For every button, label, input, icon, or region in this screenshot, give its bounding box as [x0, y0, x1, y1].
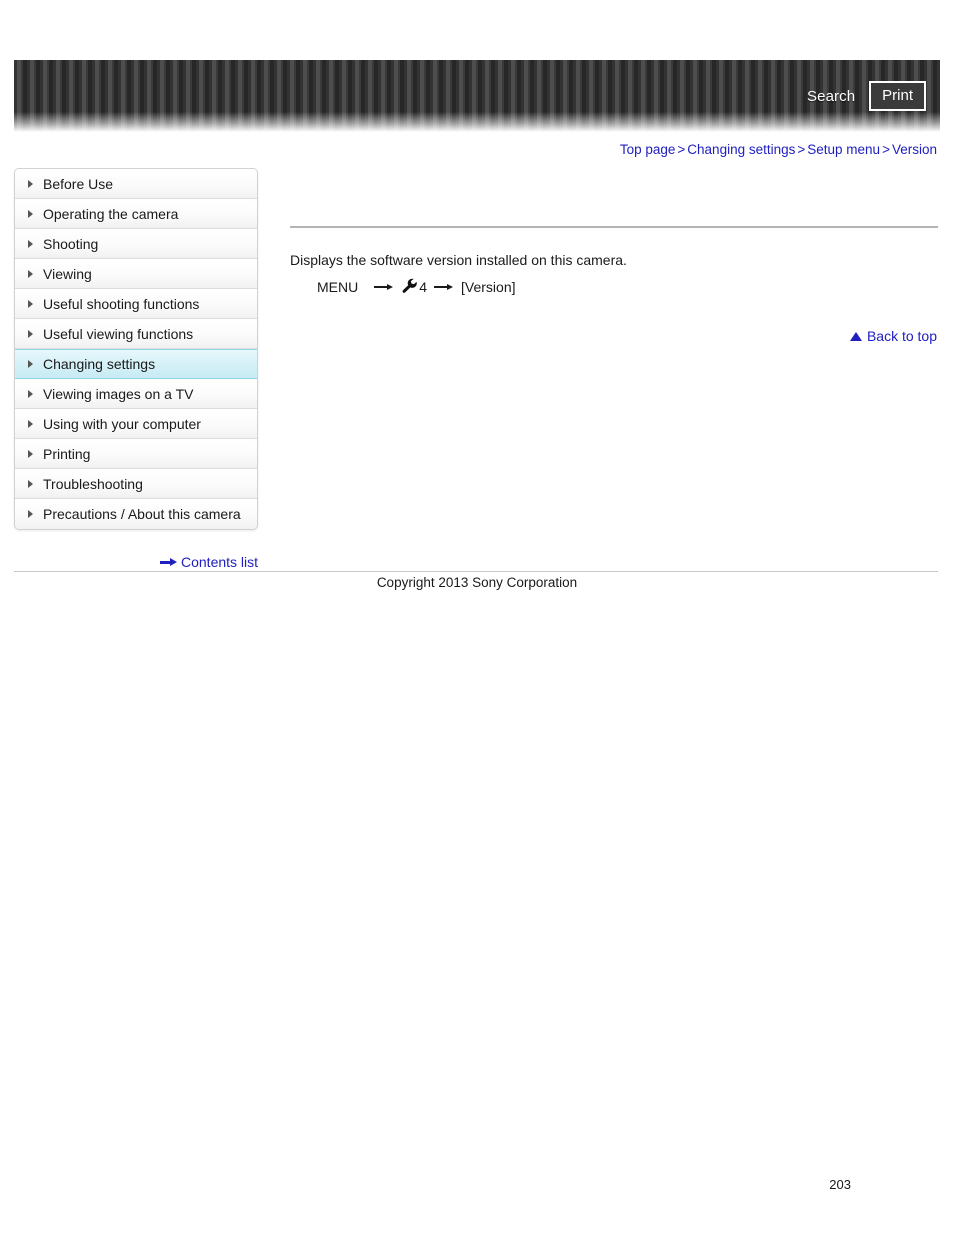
sidebar-item-label: Viewing — [43, 265, 92, 282]
sidebar-item-useful-viewing-functions[interactable]: Useful viewing functions — [15, 319, 257, 349]
footer-divider — [14, 571, 938, 572]
page-number: 203 — [829, 1177, 851, 1192]
chevron-right-icon — [28, 510, 33, 518]
breadcrumb-item-changing-settings[interactable]: Changing settings — [687, 142, 795, 157]
chevron-right-icon — [28, 360, 33, 368]
chevron-right-icon — [28, 179, 33, 188]
menu-label: MENU — [317, 279, 359, 295]
chevron-right-icon — [28, 389, 33, 398]
arrow-right-icon — [160, 557, 177, 567]
sidebar-item-label: Before Use — [43, 175, 114, 192]
sidebar-item-operating-the-camera[interactable]: Operating the camera — [15, 199, 257, 229]
breadcrumb-separator: > — [677, 142, 686, 157]
sidebar-nav: Before Use Operating the camera Shooting… — [14, 168, 258, 530]
sidebar-item-before-use[interactable]: Before Use — [15, 169, 257, 199]
breadcrumb: Top page > Changing settings > Setup menu > Ve… — [620, 143, 937, 157]
chevron-right-icon — [28, 449, 33, 458]
sidebar-item-label: Operating the camera — [43, 205, 179, 222]
sidebar-item-label: Useful viewing functions — [43, 325, 194, 342]
contents-list-label: Contents list — [181, 554, 259, 570]
chevron-right-icon — [28, 419, 33, 428]
sidebar-item-using-with-your-computer[interactable]: Using with your computer — [15, 409, 257, 439]
sidebar-item-label: Useful shooting functions — [43, 295, 200, 312]
sidebar-item-viewing-images-on-a-tv[interactable]: Viewing images on a TV — [15, 379, 257, 409]
sidebar-item-label: Viewing images on a TV — [43, 385, 194, 402]
menu-path: MENU 4 [Version] — [317, 278, 516, 295]
chevron-right-icon — [28, 269, 33, 278]
header-controls: Search Print — [807, 81, 926, 111]
sidebar-item-changing-settings[interactable]: Changing settings — [15, 349, 257, 379]
sidebar-item-precautions-about-this-camera[interactable]: Precautions / About this camera — [15, 499, 257, 529]
search-button[interactable]: Search — [807, 89, 855, 104]
sidebar-item-label: Troubleshooting — [43, 475, 143, 492]
sidebar-item-label: Changing settings — [43, 356, 156, 372]
sidebar-item-printing[interactable]: Printing — [15, 439, 257, 469]
sidebar-item-troubleshooting[interactable]: Troubleshooting — [15, 469, 257, 499]
header-banner: Search Print — [14, 60, 940, 132]
content-divider — [290, 226, 938, 228]
breadcrumb-item-setup-menu[interactable]: Setup menu — [807, 142, 880, 157]
breadcrumb-item-top-page[interactable]: Top page — [620, 142, 676, 157]
triangle-up-icon — [849, 331, 862, 341]
breadcrumb-separator: > — [797, 142, 806, 157]
back-to-top-link[interactable]: Back to top — [849, 328, 937, 344]
breadcrumb-item-version[interactable]: Version — [892, 142, 937, 157]
sidebar-item-viewing[interactable]: Viewing — [15, 259, 257, 289]
arrow-right-icon — [374, 283, 394, 292]
sidebar-item-label: Using with your computer — [43, 415, 201, 432]
wrench-icon — [401, 278, 418, 294]
chevron-right-icon — [28, 479, 33, 488]
sidebar-item-label: Printing — [43, 445, 91, 462]
content-description: Displays the software version installed … — [290, 252, 627, 268]
chevron-right-icon — [28, 239, 33, 248]
back-to-top-label: Back to top — [866, 328, 937, 344]
chevron-right-icon — [28, 209, 33, 218]
sidebar-item-label: Precautions / About this camera — [43, 506, 241, 522]
breadcrumb-separator: > — [882, 142, 890, 157]
chevron-right-icon — [28, 299, 33, 308]
chevron-right-icon — [28, 329, 33, 338]
arrow-right-icon — [434, 283, 454, 292]
menu-item-label: [Version] — [461, 279, 516, 295]
copyright-text: Copyright 2013 Sony Corporation — [376, 575, 578, 590]
setup-menu-number: 4 — [419, 279, 428, 295]
sidebar-item-label: Shooting — [43, 235, 99, 252]
sidebar-item-shooting[interactable]: Shooting — [15, 229, 257, 259]
sidebar-item-useful-shooting-functions[interactable]: Useful shooting functions — [15, 289, 257, 319]
print-button[interactable]: Print — [869, 81, 926, 111]
contents-list-link[interactable]: Contents list — [160, 555, 258, 569]
